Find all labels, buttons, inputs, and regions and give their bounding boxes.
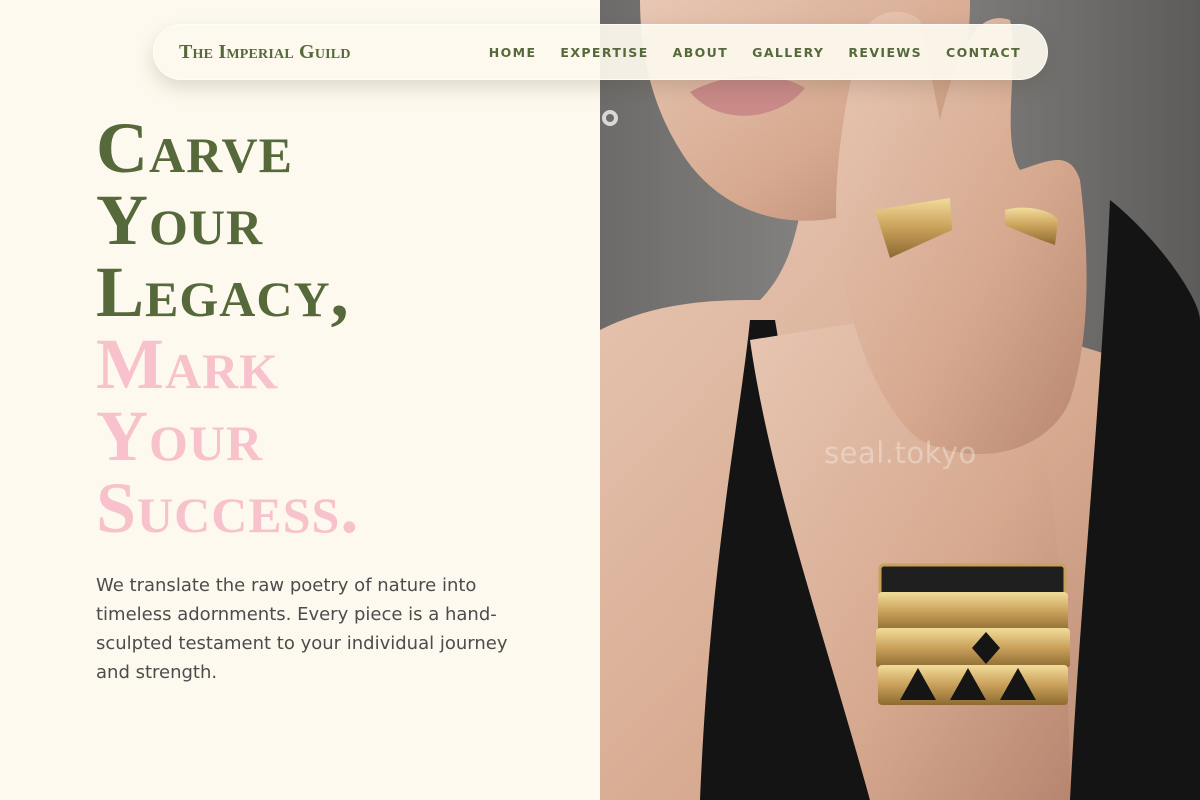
top-navigation: The Imperial Guild HOME EXPERTISE ABOUT …	[153, 24, 1048, 80]
nav-reviews[interactable]: REVIEWS	[848, 45, 922, 60]
nav-about[interactable]: ABOUT	[673, 45, 729, 60]
hero-accent-line-2: Your	[96, 396, 264, 476]
nav-home[interactable]: HOME	[489, 45, 537, 60]
hero-heading: Carve Your Legacy, Mark Your Success.	[96, 112, 576, 544]
nav-gallery[interactable]: GALLERY	[752, 45, 824, 60]
nav-expertise[interactable]: EXPERTISE	[560, 45, 648, 60]
hero-photo: seal.tokyo	[600, 0, 1200, 800]
nav-contact[interactable]: CONTACT	[946, 45, 1021, 60]
hero-accent-line-1: Mark	[96, 324, 280, 404]
hero-accent-line-3: Success.	[96, 468, 360, 548]
watermark: seal.tokyo	[824, 436, 977, 470]
hero-title-line-3: Legacy,	[96, 252, 350, 332]
brand-logo[interactable]: The Imperial Guild	[179, 41, 351, 64]
hero-title-line-1: Carve	[96, 108, 293, 188]
hero-title-line-2: Your	[96, 180, 264, 260]
hero-description: We translate the raw poetry of nature in…	[96, 575, 508, 683]
model-jewelry-illustration	[600, 0, 1200, 800]
nav-menu: HOME EXPERTISE ABOUT GALLERY REVIEWS CON…	[489, 45, 1021, 60]
